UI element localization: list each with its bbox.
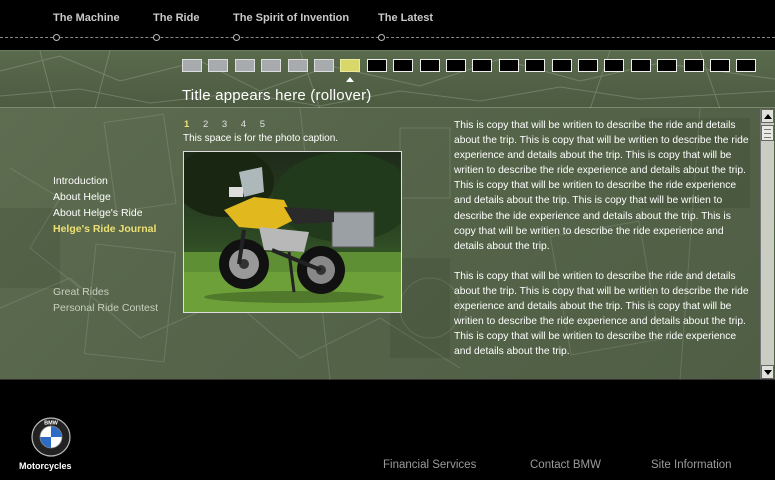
nav-marker xyxy=(233,34,240,41)
bmw-logo[interactable]: BMW xyxy=(31,417,71,457)
svg-text:BMW: BMW xyxy=(44,421,59,427)
sidebar-item-about-helge[interactable]: About Helge xyxy=(53,191,111,203)
photo-thumbnail[interactable] xyxy=(604,59,624,72)
photo-thumbnail[interactable] xyxy=(552,59,572,72)
photo-thumbnail[interactable] xyxy=(710,59,730,72)
sidebar-item-introduction[interactable]: Introduction xyxy=(53,175,108,187)
sidebar-item-ride-journal[interactable]: Helge's Ride Journal xyxy=(53,223,156,235)
scroll-thumb[interactable] xyxy=(761,125,774,141)
photo-thumbnail[interactable] xyxy=(393,59,413,72)
photo-thumbnail[interactable] xyxy=(182,59,202,72)
photo-thumbnail[interactable] xyxy=(446,59,466,72)
photo-thumbnail[interactable] xyxy=(578,59,598,72)
photo-thumbnail[interactable] xyxy=(288,59,308,72)
nav-marker xyxy=(378,34,385,41)
scroll-up-button[interactable] xyxy=(761,109,774,123)
nav-the-machine[interactable]: The Machine xyxy=(53,12,120,24)
photo-thumbnail[interactable] xyxy=(736,59,756,72)
nav-the-latest[interactable]: The Latest xyxy=(378,12,433,24)
footer-link-contact-bmw[interactable]: Contact BMW xyxy=(530,459,601,471)
copy-paragraph: This is copy that will be writien to des… xyxy=(454,120,749,252)
footer-link-financial-services[interactable]: Financial Services xyxy=(383,459,476,471)
page-link[interactable]: 2 xyxy=(203,119,208,130)
current-thumbnail-indicator xyxy=(346,77,354,82)
brand-label: Motorcycles xyxy=(19,461,72,471)
nav-marker xyxy=(53,34,60,41)
page-link[interactable]: 4 xyxy=(241,119,246,130)
page-link[interactable]: 3 xyxy=(222,119,227,130)
arrow-up-icon xyxy=(764,114,772,119)
photo-pager: 1 2 3 4 5 xyxy=(184,119,276,130)
motorcycle-photo xyxy=(183,151,402,313)
sidebar-item-about-helges-ride[interactable]: About Helge's Ride xyxy=(53,207,143,219)
page-link[interactable]: 1 xyxy=(184,119,189,130)
photo-thumbnail[interactable] xyxy=(367,59,387,72)
photo-thumbnail[interactable] xyxy=(684,59,704,72)
photo-caption: This space is for the photo caption. xyxy=(183,133,339,144)
photo-thumbnail[interactable] xyxy=(208,59,228,72)
sidebar-item-personal-ride-contest[interactable]: Personal Ride Contest xyxy=(53,302,158,314)
footer-link-site-information[interactable]: Site Information xyxy=(651,459,732,471)
top-navigation: The Machine The Ride The Spirit of Inven… xyxy=(0,0,775,50)
page-title: Title appears here (rollover) xyxy=(182,87,372,104)
photo-thumbnail[interactable] xyxy=(525,59,545,72)
photo-thumbnail[interactable] xyxy=(340,59,360,72)
page-link[interactable]: 5 xyxy=(260,119,265,130)
nav-divider xyxy=(0,37,775,38)
photo-thumbnail[interactable] xyxy=(314,59,334,72)
photo-thumbnail[interactable] xyxy=(499,59,519,72)
sidebar-item-great-rides[interactable]: Great Rides xyxy=(53,286,109,298)
section-header: Title appears here (rollover) xyxy=(0,50,775,109)
ride-journal-copy: This is copy that will be writien to des… xyxy=(454,118,750,376)
copy-scrollbar[interactable] xyxy=(760,109,774,379)
photo-thumbnail[interactable] xyxy=(472,59,492,72)
arrow-down-icon xyxy=(764,370,772,375)
nav-spirit-of-invention[interactable]: The Spirit of Invention xyxy=(233,12,349,24)
nav-marker xyxy=(153,34,160,41)
photo-thumbnail[interactable] xyxy=(235,59,255,72)
copy-paragraph: This is copy that will be writien to des… xyxy=(454,270,749,358)
photo-thumbnail[interactable] xyxy=(261,59,281,72)
content-panel: Introduction About Helge About Helge's R… xyxy=(0,108,775,380)
photo-thumbnail[interactable] xyxy=(631,59,651,72)
scroll-down-button[interactable] xyxy=(761,365,774,379)
nav-the-ride[interactable]: The Ride xyxy=(153,12,199,24)
photo-thumbnail[interactable] xyxy=(420,59,440,72)
photo-thumbnail[interactable] xyxy=(657,59,677,72)
footer: BMW Motorcycles Financial Services Conta… xyxy=(0,380,775,480)
